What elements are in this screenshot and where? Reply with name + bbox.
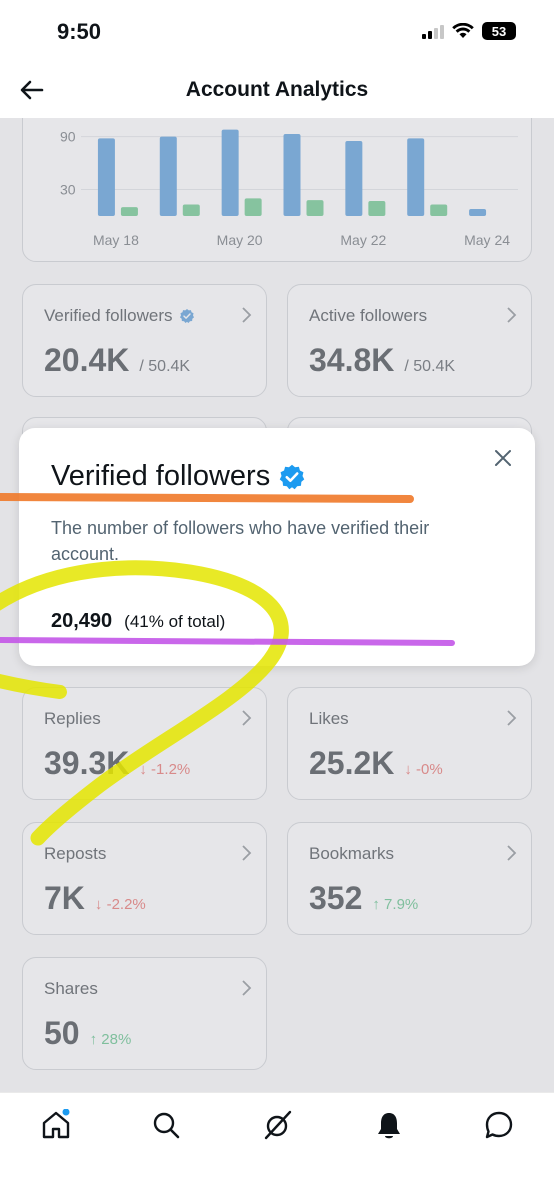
card-value-row: 352 ↑ 7.9%	[309, 880, 418, 917]
reposts-card[interactable]: Reposts 7K ↓ -2.2%	[22, 822, 267, 935]
replies-card[interactable]: Replies 39.3K ↓ -1.2%	[22, 687, 267, 800]
notifications-icon[interactable]	[373, 1109, 405, 1141]
likes-label: Likes	[309, 709, 349, 728]
bar-series-1-may-23	[407, 138, 425, 216]
reposts-change: ↓ -2.2%	[94, 896, 146, 913]
bar-series-1-may-21	[283, 133, 301, 216]
bar-series-1-may-19	[159, 136, 177, 216]
followers-bar-chart: 90 30 May 18 May 20 May 22 May 24	[60, 129, 518, 248]
card-value-row: 50 ↑ 28%	[44, 1015, 131, 1052]
shares-card[interactable]: Shares 50 ↑ 28%	[22, 957, 267, 1070]
bar-series-2-may-20	[244, 198, 262, 216]
verified-followers-card[interactable]: Verified followers 20.4K / 50.4K	[22, 284, 267, 397]
card-label: Active followers	[309, 306, 427, 326]
likes-card[interactable]: Likes 25.2K ↓ -0%	[287, 687, 532, 800]
shares-label: Shares	[44, 979, 98, 998]
shares-value: 50	[44, 1015, 80, 1051]
bar-series-2-may-23	[430, 204, 448, 216]
active-followers-value: 34.8K	[309, 342, 395, 378]
bookmarks-change: ↑ 7.9%	[372, 896, 419, 913]
bar-series-2-may-19	[182, 204, 200, 216]
replies-label: Replies	[44, 709, 101, 728]
status-bar: 9:50 53	[0, 0, 554, 62]
chevron-right-icon	[242, 845, 252, 861]
card-value-row: 20.4K / 50.4K	[44, 342, 190, 379]
y-tick-label: 90	[60, 129, 76, 145]
popup-title: Verified followers	[51, 460, 271, 492]
card-label: Shares	[44, 979, 98, 999]
card-value-row: 25.2K ↓ -0%	[309, 745, 443, 782]
followers-chart-card: 90 30 May 18 May 20 May 22 May 24	[22, 118, 532, 262]
popup-title-row: Verified followers	[51, 460, 306, 493]
reposts-value: 7K	[44, 880, 85, 916]
likes-value: 25.2K	[309, 745, 395, 781]
search-icon[interactable]	[150, 1109, 182, 1141]
bar-series-2-may-21	[306, 200, 324, 216]
card-label: Verified followers	[44, 306, 195, 326]
active-followers-card[interactable]: Active followers 34.8K / 50.4K	[287, 284, 532, 397]
close-icon[interactable]	[493, 448, 513, 468]
popup-count: 20,490	[51, 610, 113, 632]
chevron-right-icon	[507, 845, 517, 861]
card-label: Bookmarks	[309, 844, 394, 864]
verified-followers-popup: Verified followers The number of followe…	[19, 428, 535, 666]
bookmarks-value: 352	[309, 880, 363, 916]
x-tick-label: May 22	[340, 232, 386, 248]
verified-badge-icon	[279, 464, 305, 489]
reposts-label: Reposts	[44, 844, 107, 863]
popup-stat-row: 20,490 (41% of total)	[51, 610, 225, 633]
verified-followers-value: 20.4K	[44, 342, 130, 378]
bookmarks-card[interactable]: Bookmarks 352 ↑ 7.9%	[287, 822, 532, 935]
bar-series-1-may-24	[469, 208, 487, 216]
wifi-icon	[452, 23, 474, 38]
bar-series-2-may-22	[368, 201, 386, 216]
replies-change: ↓ -1.2%	[139, 761, 191, 778]
bottom-tab-bar	[0, 1092, 554, 1199]
popup-percent: (41% of total)	[124, 612, 226, 631]
chevron-right-icon	[507, 710, 517, 726]
home-icon[interactable]	[40, 1109, 72, 1141]
card-value-row: 7K ↓ -2.2%	[44, 880, 146, 917]
x-tick-label: May 24	[464, 232, 510, 248]
y-tick-label: 30	[60, 182, 76, 198]
chevron-right-icon	[242, 710, 252, 726]
chevron-right-icon	[242, 307, 252, 323]
active-followers-total: / 50.4K	[404, 358, 456, 375]
battery-icon: 53	[482, 22, 516, 40]
bar-series-1-may-18	[97, 138, 115, 216]
status-icons: 53	[422, 22, 516, 40]
bar-series-1-may-22	[345, 141, 363, 216]
replies-value: 39.3K	[44, 745, 130, 781]
card-value-row: 34.8K / 50.4K	[309, 342, 455, 379]
x-tick-label: May 18	[93, 232, 139, 248]
page-title: Account Analytics	[185, 78, 369, 101]
card-label: Replies	[44, 709, 101, 729]
verified-followers-label: Verified followers	[44, 306, 173, 325]
bookmarks-label: Bookmarks	[309, 844, 395, 863]
cellular-signal-icon	[422, 23, 444, 39]
card-value-row: 39.3K ↓ -1.2%	[44, 745, 190, 782]
bar-series-2-may-18	[120, 207, 138, 216]
active-followers-label: Active followers	[309, 306, 428, 325]
status-time: 9:50	[57, 19, 102, 44]
card-label: Likes	[309, 709, 349, 729]
verified-followers-total: / 50.4K	[139, 358, 191, 375]
chevron-right-icon	[242, 980, 252, 996]
x-tick-label: May 20	[217, 232, 263, 248]
page-header: Account Analytics	[0, 62, 554, 118]
grok-icon[interactable]	[262, 1109, 294, 1141]
likes-change: ↓ -0%	[404, 761, 443, 778]
popup-description: The number of followers who have verifie…	[51, 518, 430, 564]
verified-badge-icon	[179, 309, 194, 323]
card-label: Reposts	[44, 844, 106, 864]
shares-change: ↑ 28%	[89, 1031, 132, 1048]
messages-icon[interactable]	[483, 1109, 515, 1141]
bar-series-1-may-20	[221, 129, 239, 216]
chevron-right-icon	[507, 307, 517, 323]
